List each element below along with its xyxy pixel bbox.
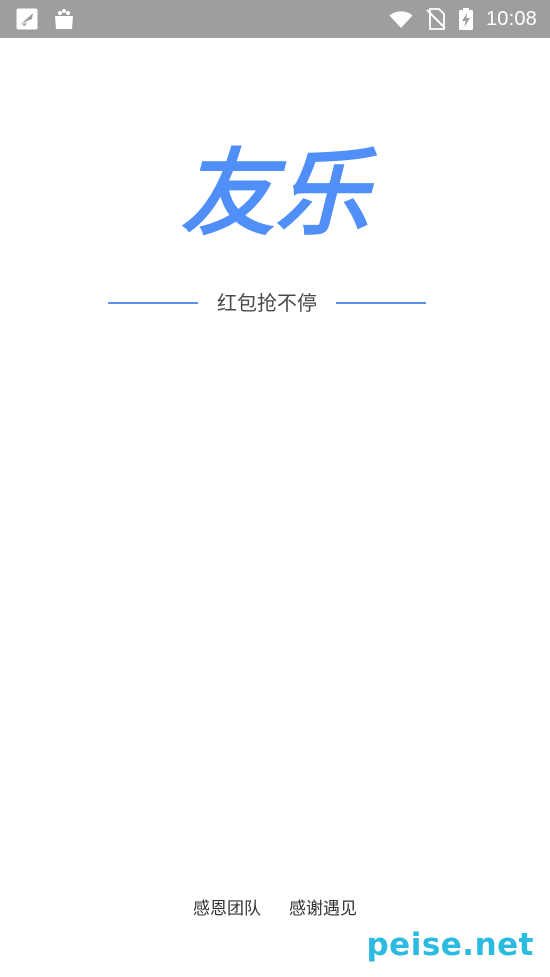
notification-app-icon: [15, 7, 39, 31]
app-logo-text: 友乐: [181, 140, 378, 249]
app-logo: 友乐: [0, 140, 550, 250]
slogan-divider-left: [108, 302, 198, 304]
wifi-icon: [389, 7, 413, 31]
footer-link-thanks-team[interactable]: 感恩团队: [193, 897, 261, 921]
slogan: 红包抢不停: [108, 288, 426, 318]
status-time: 10:08: [485, 8, 537, 30]
slogan-divider-right: [336, 302, 426, 304]
watermark: peise.net: [366, 927, 534, 963]
notification-bag-icon: [52, 7, 76, 31]
footer-link-thanks-meeting[interactable]: 感谢遇见: [289, 897, 357, 921]
footer-links: 感恩团队 感谢遇见: [0, 897, 550, 921]
battery-charging-icon: [454, 7, 478, 31]
slogan-text: 红包抢不停: [217, 291, 317, 315]
status-bar: 10:08: [0, 0, 550, 38]
no-sim-icon: [424, 7, 448, 31]
